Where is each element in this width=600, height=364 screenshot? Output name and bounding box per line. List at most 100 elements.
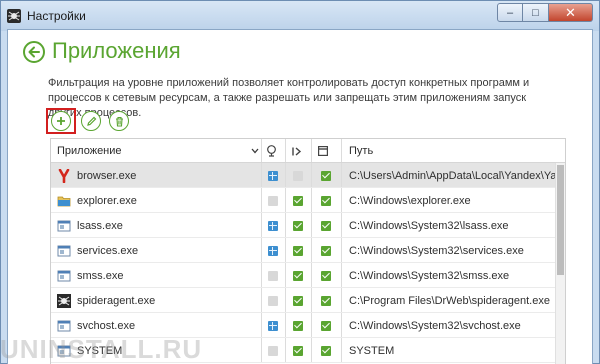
network-access-checkbox[interactable] [268, 295, 278, 306]
app-name: lsass.exe [77, 219, 123, 232]
pencil-icon [86, 116, 96, 126]
app-name-cell: smss.exe [57, 263, 257, 288]
network-access-cell [268, 213, 278, 238]
app-path: SYSTEM [349, 344, 395, 357]
window-access-checkbox[interactable] [321, 195, 331, 206]
process-launch-cell [293, 288, 303, 313]
network-access-cell [268, 313, 278, 338]
trash-icon [115, 116, 123, 127]
add-button-highlight [46, 108, 76, 134]
column-header-path[interactable]: Путь [349, 139, 373, 163]
window-access-checkbox[interactable] [321, 320, 331, 331]
window-access-checkbox[interactable] [321, 270, 331, 281]
window-access-checkbox[interactable] [321, 295, 331, 306]
app-path: C:\Windows\explorer.exe [349, 194, 471, 207]
app-path: C:\Windows\System32\svchost.exe [349, 319, 521, 332]
network-access-checkbox[interactable] [268, 270, 278, 281]
process-launch-checkbox[interactable] [293, 270, 303, 281]
window-access-cell [321, 238, 331, 263]
process-launch-checkbox[interactable] [293, 245, 303, 256]
app-window-icon [57, 220, 71, 231]
network-access-checkbox[interactable] [268, 195, 278, 206]
process-launch-checkbox[interactable] [293, 220, 303, 231]
window-access-checkbox[interactable] [321, 220, 331, 231]
toolbar [46, 108, 132, 134]
table-row[interactable]: services.exe C:\Windows\System32\services… [51, 238, 565, 263]
table-header: Приложение Путь [51, 139, 565, 163]
app-name: services.exe [77, 244, 139, 257]
network-access-checkbox[interactable] [268, 170, 278, 181]
app-name: explorer.exe [77, 194, 137, 207]
process-launch-cell [293, 213, 303, 238]
spider-icon [57, 293, 71, 308]
path-cell: C:\Windows\System32\svchost.exe [349, 313, 555, 338]
edit-button[interactable] [81, 111, 101, 131]
app-name: spideragent.exe [77, 294, 156, 307]
app-name-cell: explorer.exe [57, 188, 257, 213]
watermark: UNINSTALL.RU [0, 334, 203, 364]
window-access-cell [321, 213, 331, 238]
vertical-scrollbar[interactable] [555, 163, 565, 364]
close-button[interactable]: ✕ [549, 3, 593, 22]
page-title: Приложения [52, 38, 181, 63]
process-launch-cell [293, 263, 303, 288]
app-path: C:\Program Files\DrWeb\spideragent.exe [349, 294, 550, 307]
edit-button-wrap [78, 108, 104, 134]
app-name: browser.exe [77, 169, 137, 182]
process-launch-checkbox[interactable] [293, 320, 303, 331]
minimize-button[interactable]: – [497, 3, 523, 22]
window-access-checkbox[interactable] [321, 245, 331, 256]
network-access-checkbox[interactable] [268, 320, 278, 331]
network-globe-icon [267, 145, 276, 157]
table-row[interactable]: explorer.exe C:\Windows\explorer.exe [51, 188, 565, 213]
window-access-cell [321, 163, 331, 188]
process-launch-checkbox[interactable] [293, 195, 303, 206]
process-launch-checkbox[interactable] [293, 295, 303, 306]
process-launch-cell [293, 313, 303, 338]
process-launch-checkbox[interactable] [293, 170, 303, 181]
table-row[interactable]: smss.exe C:\Windows\System32\smss.exe [51, 263, 565, 288]
app-path: C:\Windows\System32\smss.exe [349, 269, 510, 282]
window-access-checkbox[interactable] [321, 345, 331, 356]
scrollbar-thumb[interactable] [557, 165, 564, 275]
yandex-browser-icon [58, 168, 70, 183]
app-window-icon [57, 320, 71, 331]
table-row[interactable]: spideragent.exe C:\Program Files\DrWeb\sp… [51, 288, 565, 313]
applications-table: Приложение Путь browser.exe C:\Users\Adm… [50, 138, 566, 364]
column-header-app[interactable]: Приложение [57, 139, 257, 163]
process-launch-checkbox[interactable] [293, 345, 303, 356]
path-cell: C:\Windows\System32\services.exe [349, 238, 555, 263]
process-launch-cell [293, 238, 303, 263]
network-access-checkbox[interactable] [268, 220, 278, 231]
process-launch-cell [293, 338, 303, 363]
network-access-cell [268, 188, 278, 213]
window-icon [318, 146, 328, 156]
table-row[interactable]: browser.exe C:\Users\Admin\AppData\Local\… [51, 163, 565, 188]
app-window-icon [57, 245, 71, 256]
add-button[interactable] [51, 111, 71, 131]
table-row[interactable]: lsass.exe C:\Windows\System32\lsass.exe [51, 213, 565, 238]
window-controls: – □ ✕ [497, 3, 593, 23]
maximize-button[interactable]: □ [523, 3, 549, 22]
network-access-cell [268, 288, 278, 313]
path-cell: SYSTEM [349, 338, 555, 363]
window-access-cell [321, 188, 331, 213]
process-launch-cell [293, 188, 303, 213]
path-cell: C:\Windows\System32\lsass.exe [349, 213, 555, 238]
plus-icon [57, 117, 65, 125]
settings-window: Настройки – □ ✕ Приложения Фильтрация на… [0, 0, 600, 364]
network-access-checkbox[interactable] [268, 245, 278, 256]
delete-button[interactable] [109, 111, 129, 131]
app-name-cell: spideragent.exe [57, 288, 257, 313]
window-access-cell [321, 338, 331, 363]
path-cell: C:\Program Files\DrWeb\spideragent.exe [349, 288, 555, 313]
network-access-checkbox[interactable] [268, 345, 278, 356]
chevron-down-icon[interactable] [251, 148, 259, 154]
network-access-cell [268, 338, 278, 363]
back-button[interactable] [23, 41, 45, 63]
app-path: C:\Windows\System32\lsass.exe [349, 219, 509, 232]
delete-button-wrap [106, 108, 132, 134]
app-name-cell: services.exe [57, 238, 257, 263]
window-access-checkbox[interactable] [321, 170, 331, 181]
app-name-cell: lsass.exe [57, 213, 257, 238]
